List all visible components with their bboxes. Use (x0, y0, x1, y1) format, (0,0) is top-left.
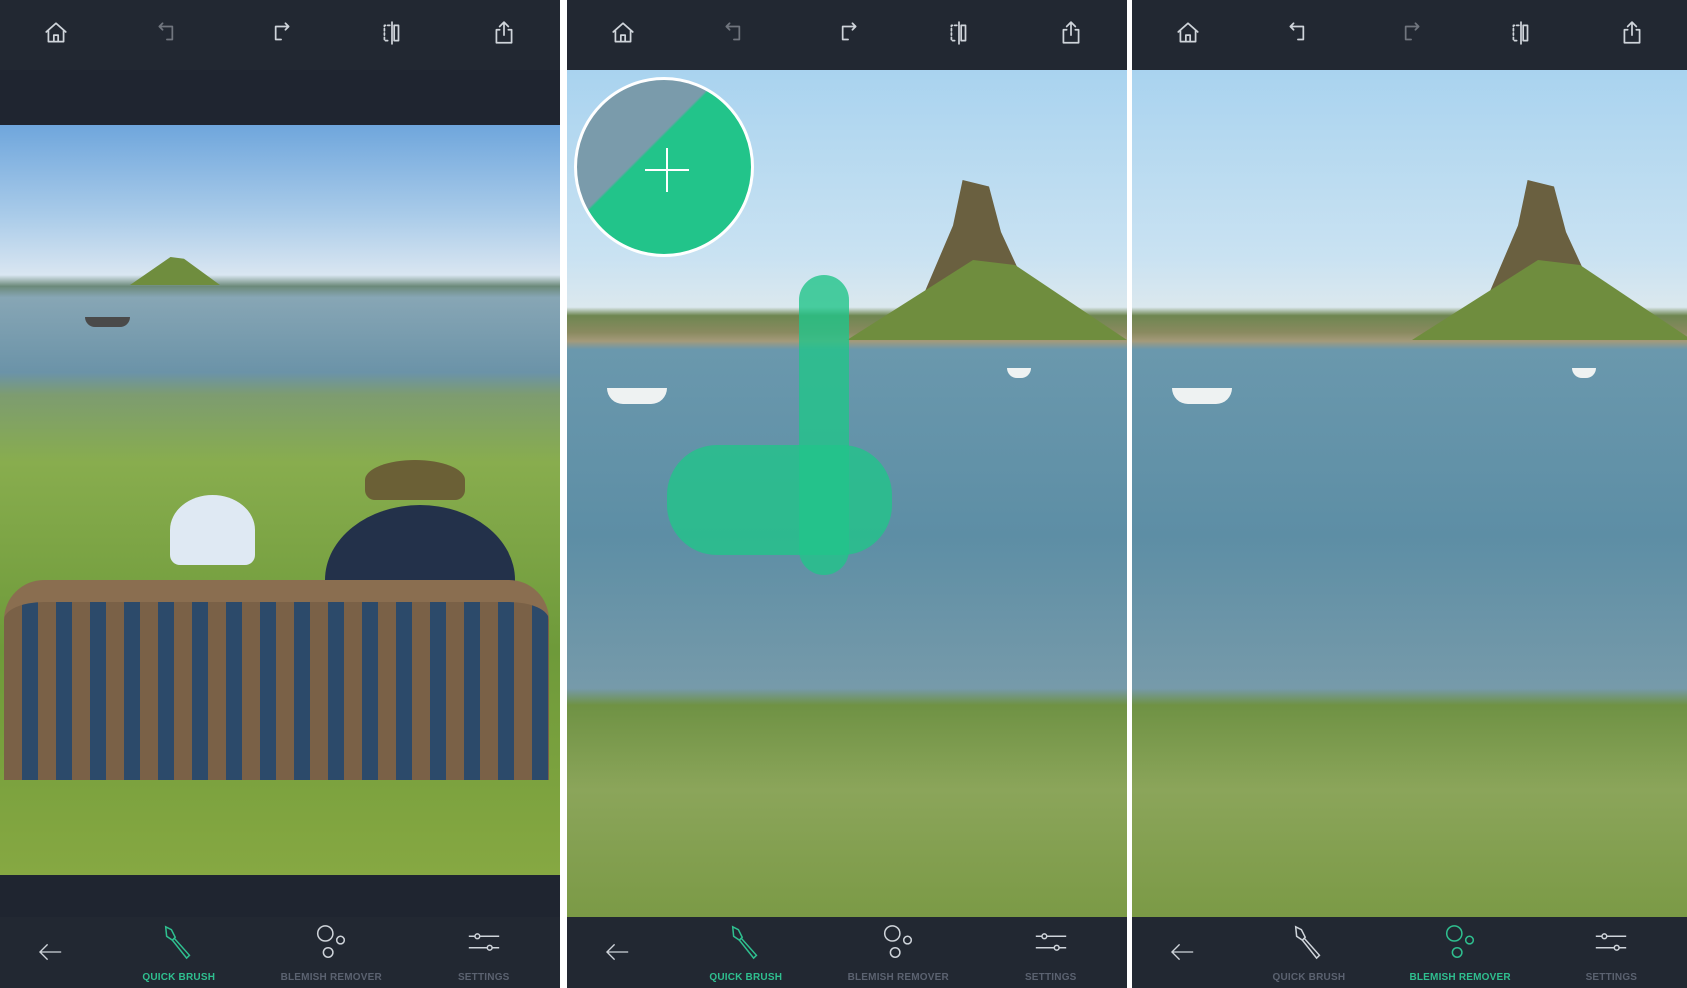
tab-settings[interactable]: SETTINGS (419, 923, 549, 984)
home-button[interactable] (603, 15, 643, 55)
editor-screen-1: QUICK BRUSH BLEMISH REMOVER SETTINGS (0, 0, 560, 988)
undo-button[interactable] (1279, 15, 1319, 55)
compare-button[interactable] (372, 15, 412, 55)
island (130, 257, 220, 285)
boat (1572, 368, 1596, 378)
brush-icon (1290, 923, 1328, 972)
bottom-nav: QUICK BRUSH BLEMISH REMOVER SETTINGS (1132, 917, 1687, 988)
compare-icon (1508, 20, 1534, 51)
bubbles-icon (1441, 923, 1479, 972)
share-button[interactable] (1612, 15, 1652, 55)
undo-button[interactable] (715, 15, 755, 55)
bubbles-icon (312, 923, 350, 972)
home-button[interactable] (36, 15, 76, 55)
bottom-nav: QUICK BRUSH BLEMISH REMOVER SETTINGS (567, 917, 1127, 988)
tab-blemish-remover[interactable]: BLEMISH REMOVER (833, 923, 963, 984)
home-button[interactable] (1168, 15, 1208, 55)
redo-button[interactable] (260, 15, 300, 55)
back-button[interactable] (578, 924, 658, 984)
tab-quick-brush[interactable]: QUICK BRUSH (1244, 923, 1374, 984)
brush-mask (667, 445, 892, 555)
tab-quick-brush[interactable]: QUICK BRUSH (114, 923, 244, 984)
tab-label: SETTINGS (1024, 972, 1077, 983)
editor-screen-3: QUICK BRUSH BLEMISH REMOVER SETTINGS (1132, 0, 1687, 988)
compare-button[interactable] (939, 15, 979, 55)
boat (1007, 368, 1031, 378)
redo-icon (834, 20, 860, 51)
compare-button[interactable] (1501, 15, 1541, 55)
bench (4, 580, 549, 780)
sailboat (85, 317, 130, 327)
tab-label: QUICK BRUSH (1272, 972, 1346, 983)
tab-settings[interactable]: SETTINGS (1546, 923, 1676, 984)
photo-canvas[interactable] (1132, 70, 1687, 917)
undo-icon (155, 20, 181, 51)
boat (1172, 388, 1232, 404)
tab-blemish-remover[interactable]: BLEMISH REMOVER (1395, 923, 1525, 984)
back-button[interactable] (1143, 924, 1223, 984)
crosshair-icon (645, 148, 689, 192)
back-button[interactable] (11, 924, 91, 984)
photo-canvas[interactable] (0, 125, 560, 875)
share-icon (491, 20, 517, 51)
top-toolbar (567, 0, 1127, 70)
sliders-icon (465, 923, 503, 972)
brush-icon (160, 923, 198, 972)
sliders-icon (1032, 923, 1070, 972)
compare-icon (379, 20, 405, 51)
compare-icon (946, 20, 972, 51)
top-toolbar (1132, 0, 1687, 70)
home-icon (1175, 20, 1201, 51)
brush-icon (727, 923, 765, 972)
tab-blemish-remover[interactable]: BLEMISH REMOVER (266, 923, 396, 984)
bubbles-icon (879, 923, 917, 972)
undo-icon (1286, 20, 1312, 51)
arrow-left-icon (1166, 935, 1200, 974)
sliders-icon (1592, 923, 1630, 972)
tab-label: BLEMISH REMOVER (847, 972, 949, 983)
home-icon (43, 20, 69, 51)
tab-label: BLEMISH REMOVER (1409, 972, 1511, 983)
tab-label: QUICK BRUSH (709, 972, 783, 983)
home-icon (610, 20, 636, 51)
share-icon (1058, 20, 1084, 51)
redo-button[interactable] (827, 15, 867, 55)
tab-quick-brush[interactable]: QUICK BRUSH (681, 923, 811, 984)
tab-label: SETTINGS (1585, 972, 1638, 983)
share-button[interactable] (1051, 15, 1091, 55)
share-icon (1619, 20, 1645, 51)
arrow-left-icon (601, 935, 635, 974)
redo-button[interactable] (1390, 15, 1430, 55)
tab-label: QUICK BRUSH (142, 972, 216, 983)
bottom-nav: QUICK BRUSH BLEMISH REMOVER SETTINGS (0, 917, 560, 988)
tab-settings[interactable]: SETTINGS (986, 923, 1116, 984)
redo-icon (267, 20, 293, 51)
loupe-magnifier (574, 77, 754, 257)
tab-label: BLEMISH REMOVER (280, 972, 382, 983)
share-button[interactable] (484, 15, 524, 55)
undo-icon (722, 20, 748, 51)
person-hat (365, 460, 465, 500)
person-hat (170, 495, 255, 565)
redo-icon (1397, 20, 1423, 51)
tab-label: SETTINGS (457, 972, 510, 983)
top-toolbar (0, 0, 560, 70)
undo-button[interactable] (148, 15, 188, 55)
boat (607, 388, 667, 404)
arrow-left-icon (34, 935, 68, 974)
